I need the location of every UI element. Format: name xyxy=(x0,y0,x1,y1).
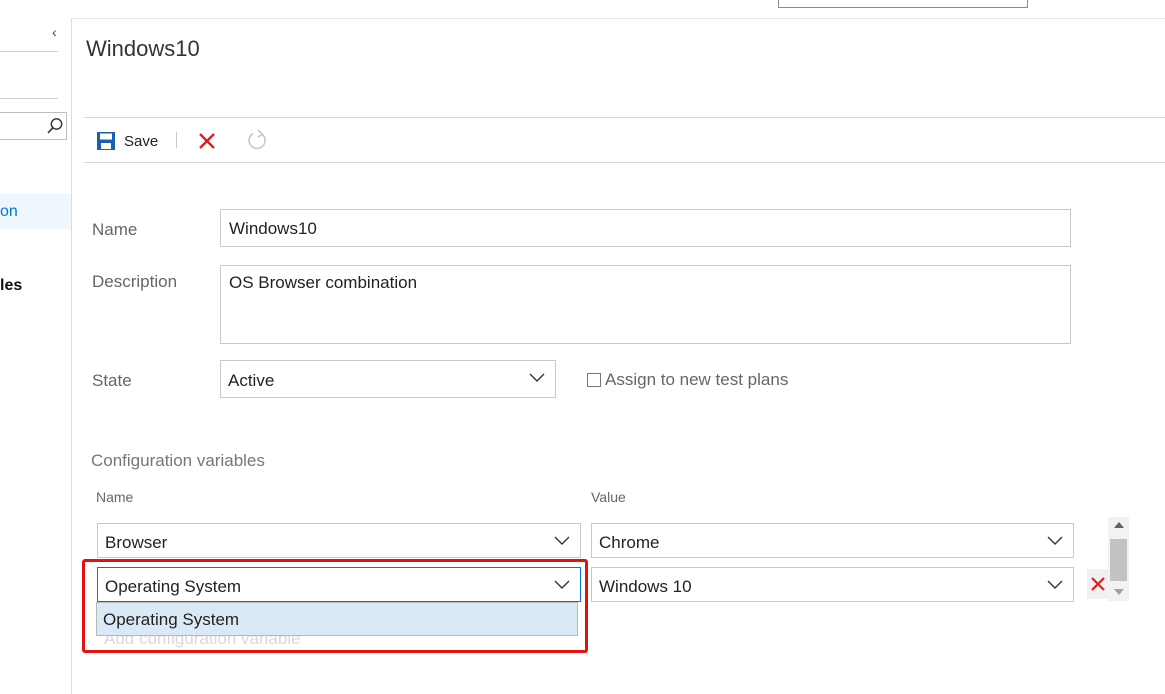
description-field[interactable]: OS Browser combination xyxy=(220,265,1071,344)
assign-label: Assign to new test plans xyxy=(605,370,789,389)
delete-row-button[interactable] xyxy=(1087,569,1109,599)
sidebar-item-label: on xyxy=(0,203,18,220)
chevron-down-icon xyxy=(554,536,570,545)
chevron-down-icon xyxy=(529,373,545,382)
config-name-select-active[interactable]: Operating System xyxy=(97,567,581,602)
config-value-header: Value xyxy=(591,489,626,505)
state-value: Active xyxy=(228,371,275,390)
search-icon[interactable] xyxy=(46,117,64,135)
chevron-down-icon xyxy=(1047,580,1063,589)
name-label: Name xyxy=(92,220,138,239)
sidebar-divider xyxy=(0,98,58,99)
toolbar-divider-top xyxy=(84,117,1165,118)
vertical-scrollbar[interactable] xyxy=(1108,517,1129,601)
state-select[interactable]: Active xyxy=(220,360,556,398)
save-icon xyxy=(97,132,115,150)
config-value-value: Windows 10 xyxy=(599,577,692,596)
assign-checkbox-wrapper[interactable]: Assign to new test plans xyxy=(587,370,788,390)
top-search-box[interactable] xyxy=(778,0,1028,8)
sidebar-item-bold[interactable]: les xyxy=(0,277,22,295)
close-icon xyxy=(199,133,215,149)
save-button[interactable]: Save xyxy=(96,129,158,153)
chevron-down-icon xyxy=(1047,536,1063,545)
config-variables-title: Configuration variables xyxy=(91,451,265,470)
config-name-value: Operating System xyxy=(105,577,242,596)
dropdown-option-label: Operating System xyxy=(103,610,240,629)
state-label: State xyxy=(92,371,132,390)
toolbar-divider-bottom xyxy=(84,162,1165,163)
scroll-down-arrow[interactable] xyxy=(1114,589,1124,595)
toolbar-separator xyxy=(176,132,177,148)
page-title: Windows10 xyxy=(86,36,200,61)
config-value-select[interactable]: Chrome xyxy=(591,523,1074,558)
config-name-header: Name xyxy=(96,489,134,505)
assign-checkbox[interactable] xyxy=(587,373,601,387)
discard-button[interactable] xyxy=(196,128,218,157)
dropdown-option[interactable]: Operating System xyxy=(96,602,578,636)
sidebar-divider xyxy=(0,51,58,52)
description-label: Description xyxy=(92,272,178,291)
sidebar-item-selected[interactable]: on xyxy=(0,194,71,229)
scroll-up-arrow[interactable] xyxy=(1114,522,1124,528)
config-value-select[interactable]: Windows 10 xyxy=(591,567,1074,602)
config-value-value: Chrome xyxy=(599,533,660,552)
chevron-down-icon xyxy=(554,580,570,589)
chevron-left-icon[interactable]: ‹ xyxy=(52,24,57,40)
config-name-select[interactable]: Browser xyxy=(97,523,581,558)
config-name-value: Browser xyxy=(105,533,168,552)
sidebar-search-input[interactable] xyxy=(0,112,67,140)
save-label: Save xyxy=(124,132,159,150)
refresh-icon xyxy=(248,129,266,150)
refresh-button[interactable] xyxy=(246,128,270,157)
name-field[interactable]: Windows10 xyxy=(220,209,1071,247)
scroll-thumb[interactable] xyxy=(1110,539,1127,581)
close-icon xyxy=(1091,577,1105,591)
